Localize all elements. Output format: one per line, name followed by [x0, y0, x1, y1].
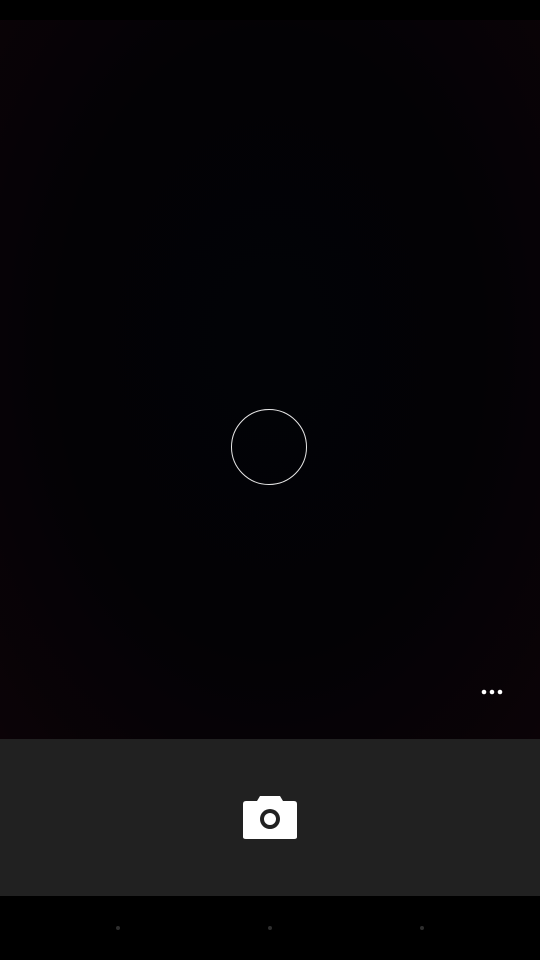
camera-screen [0, 0, 540, 960]
shutter-button[interactable] [236, 786, 304, 846]
more-options-button[interactable] [472, 678, 512, 706]
more-horizontal-icon [481, 689, 503, 695]
navigation-bar [0, 896, 540, 960]
home-icon[interactable] [268, 926, 272, 930]
recents-icon[interactable] [420, 926, 424, 930]
camera-viewfinder[interactable] [0, 20, 540, 739]
back-icon[interactable] [116, 926, 120, 930]
camera-icon [243, 796, 297, 839]
status-bar [0, 0, 540, 20]
focus-ring [231, 409, 307, 485]
